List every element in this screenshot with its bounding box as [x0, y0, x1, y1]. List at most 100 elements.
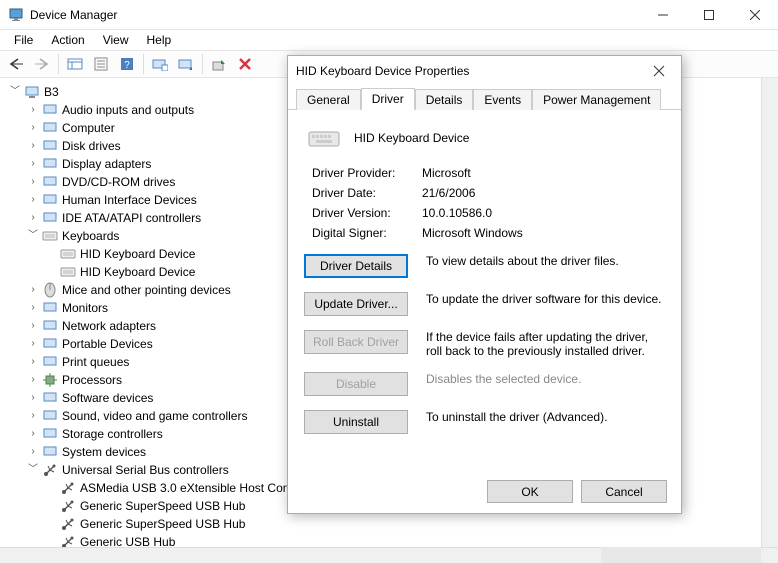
collapse-icon[interactable]: ﹀: [8, 85, 22, 99]
device-category-icon: [42, 426, 58, 442]
update-driver-button[interactable]: [174, 53, 198, 75]
device-category-icon: [42, 138, 58, 154]
expand-icon[interactable]: ›: [26, 373, 40, 387]
tab-power-management[interactable]: Power Management: [532, 89, 661, 110]
driver-details-hint: To view details about the driver files.: [426, 254, 665, 268]
device-category-icon: [42, 120, 58, 136]
usb-icon: [60, 498, 76, 514]
expand-icon[interactable]: ›: [26, 319, 40, 333]
tab-events[interactable]: Events: [473, 89, 532, 110]
expand-icon[interactable]: ›: [26, 355, 40, 369]
separator: [143, 54, 144, 74]
driver-details-button[interactable]: Driver Details: [304, 254, 408, 278]
tree-item-label: Software devices: [62, 389, 153, 407]
collapse-icon[interactable]: ﹀: [26, 229, 40, 243]
ok-button[interactable]: OK: [487, 480, 573, 503]
enable-button[interactable]: [207, 53, 231, 75]
scan-button[interactable]: [148, 53, 172, 75]
rollback-hint: If the device fails after updating the d…: [426, 330, 665, 358]
rollback-driver-button: Roll Back Driver: [304, 330, 408, 354]
tab-details[interactable]: Details: [415, 89, 474, 110]
tree-item-label: Storage controllers: [62, 425, 163, 443]
device-category-icon: [42, 156, 58, 172]
tree-item-label: Audio inputs and outputs: [62, 101, 194, 119]
expand-icon[interactable]: ›: [26, 121, 40, 135]
close-button[interactable]: [732, 0, 778, 30]
menu-view[interactable]: View: [95, 31, 137, 49]
expand-icon[interactable]: ›: [26, 391, 40, 405]
uninstall-button[interactable]: [233, 53, 257, 75]
tree-item[interactable]: Generic SuperSpeed USB Hub: [44, 515, 761, 533]
tree-item-label: DVD/CD-ROM drives: [62, 173, 175, 191]
tab-driver[interactable]: Driver: [361, 88, 415, 110]
back-button[interactable]: [4, 53, 28, 75]
tab-general[interactable]: General: [296, 89, 361, 110]
expand-icon[interactable]: ›: [26, 337, 40, 351]
date-label: Driver Date:: [312, 186, 422, 200]
usb-icon: [60, 534, 76, 547]
tree-item-label: Sound, video and game controllers: [62, 407, 247, 425]
tree-item[interactable]: Generic USB Hub: [44, 533, 761, 547]
device-category-icon: [42, 372, 58, 388]
collapse-icon[interactable]: ﹀: [26, 463, 40, 477]
device-category-icon: [42, 318, 58, 334]
forward-button[interactable]: [30, 53, 54, 75]
dialog-title: HID Keyboard Device Properties: [296, 64, 645, 78]
tree-item-label: Universal Serial Bus controllers: [62, 461, 229, 479]
device-category-icon: [42, 282, 58, 298]
tree-item-label: Generic USB Hub: [80, 533, 175, 547]
device-category-icon: [42, 390, 58, 406]
expand-icon[interactable]: ›: [26, 427, 40, 441]
device-category-icon: [42, 354, 58, 370]
provider-label: Driver Provider:: [312, 166, 422, 180]
tree-item-label: Human Interface Devices: [62, 191, 197, 209]
help-button[interactable]: ?: [115, 53, 139, 75]
tree-item-label: IDE ATA/ATAPI controllers: [62, 209, 201, 227]
version-label: Driver Version:: [312, 206, 422, 220]
expand-icon[interactable]: ›: [26, 211, 40, 225]
expand-icon[interactable]: ›: [26, 103, 40, 117]
expand-icon[interactable]: ›: [26, 301, 40, 315]
dialog-titlebar: HID Keyboard Device Properties: [288, 56, 681, 86]
tree-item-label: HID Keyboard Device: [80, 245, 195, 263]
expand-icon[interactable]: ›: [26, 283, 40, 297]
menu-file[interactable]: File: [6, 31, 41, 49]
expand-icon[interactable]: ›: [26, 193, 40, 207]
vertical-scrollbar[interactable]: [761, 78, 778, 547]
device-category-icon: [42, 408, 58, 424]
device-category-icon: [42, 228, 58, 244]
uninstall-button[interactable]: Uninstall: [304, 410, 408, 434]
properties-button[interactable]: [89, 53, 113, 75]
device-category-icon: [42, 192, 58, 208]
expand-icon[interactable]: ›: [26, 139, 40, 153]
device-category-icon: [42, 102, 58, 118]
tree-item-label: System devices: [62, 443, 146, 461]
properties-dialog: HID Keyboard Device Properties General D…: [287, 55, 682, 514]
expand-icon[interactable]: ›: [26, 157, 40, 171]
update-driver-button[interactable]: Update Driver...: [304, 292, 408, 316]
maximize-button[interactable]: [686, 0, 732, 30]
device-category-icon: [42, 174, 58, 190]
tree-item-label: Print queues: [62, 353, 129, 371]
dialog-close-button[interactable]: [645, 57, 673, 85]
usb-icon: [60, 480, 76, 496]
keyboard-icon: [308, 128, 340, 148]
keyboard-icon: [60, 264, 76, 280]
minimize-button[interactable]: [640, 0, 686, 30]
tree-item-label: Network adapters: [62, 317, 156, 335]
usb-icon: [60, 516, 76, 532]
show-hidden-button[interactable]: [63, 53, 87, 75]
horizontal-scrollbar[interactable]: [601, 547, 761, 563]
tab-strip: General Driver Details Events Power Mana…: [288, 86, 681, 110]
uninstall-hint: To uninstall the driver (Advanced).: [426, 410, 665, 424]
separator: [202, 54, 203, 74]
menu-help[interactable]: Help: [139, 31, 180, 49]
menu-action[interactable]: Action: [43, 31, 92, 49]
tree-item-label: Keyboards: [62, 227, 119, 245]
cancel-button[interactable]: Cancel: [581, 480, 667, 503]
expand-icon[interactable]: ›: [26, 409, 40, 423]
expand-icon[interactable]: ›: [26, 175, 40, 189]
update-driver-hint: To update the driver software for this d…: [426, 292, 665, 306]
expand-icon[interactable]: ›: [26, 445, 40, 459]
app-icon: [8, 7, 24, 23]
